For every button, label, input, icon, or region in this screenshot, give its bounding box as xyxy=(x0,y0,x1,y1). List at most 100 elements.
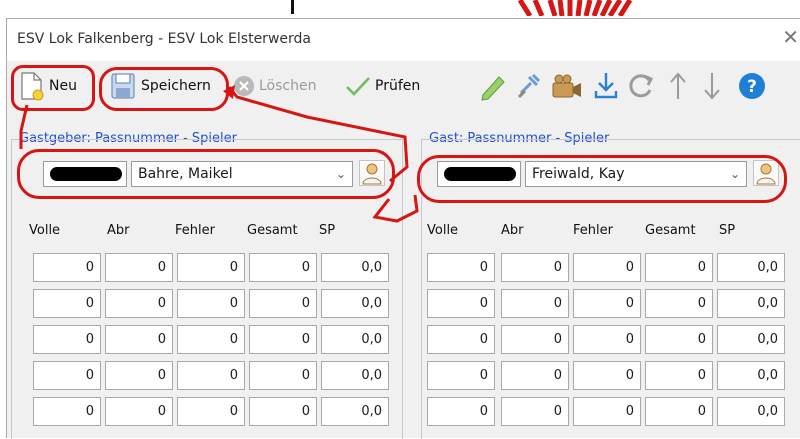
new-button-label: Neu xyxy=(49,78,77,94)
title-bar: ESV Lok Falkenberg - ESV Lok Elsterwerda… xyxy=(7,19,800,61)
dialog-window: ESV Lok Falkenberg - ESV Lok Elsterwerda… xyxy=(6,18,800,439)
host-score-cell[interactable]: 0 xyxy=(249,253,317,282)
host-score-cell[interactable]: 0 xyxy=(177,289,245,318)
guest-score-cell[interactable]: 0 xyxy=(645,325,713,354)
guest-col-volle: Volle xyxy=(427,223,459,238)
guest-score-cell[interactable]: 0 xyxy=(501,253,569,282)
host-col-abr: Abr xyxy=(107,223,130,238)
host-score-cell[interactable]: 0 xyxy=(33,253,101,282)
guest-score-cell[interactable]: 0 xyxy=(573,289,641,318)
host-player-select[interactable]: Bahre, Maikel ⌄ xyxy=(131,161,353,187)
host-pass-number-input[interactable] xyxy=(43,161,127,187)
refresh-icon[interactable] xyxy=(627,71,655,101)
guest-score-cell[interactable]: 0 xyxy=(427,325,495,354)
save-button-label: Speichern xyxy=(141,78,211,94)
delete-button[interactable]: Löschen xyxy=(233,75,316,97)
host-score-cell[interactable]: 0,0 xyxy=(321,361,389,390)
guest-player-value: Freiwald, Kay xyxy=(532,166,625,182)
background-artwork xyxy=(517,0,633,16)
guest-score-cell[interactable]: 0 xyxy=(501,325,569,354)
close-icon[interactable]: ✕ xyxy=(782,25,799,49)
save-disk-icon xyxy=(111,73,135,99)
redaction-blob xyxy=(444,167,516,181)
guest-score-cell[interactable]: 0 xyxy=(427,289,495,318)
host-col-volle: Volle xyxy=(29,223,61,238)
guest-score-cell[interactable]: 0 xyxy=(573,397,641,426)
host-score-cell[interactable]: 0 xyxy=(33,361,101,390)
host-score-cell[interactable]: 0 xyxy=(105,361,173,390)
redaction-blob xyxy=(50,167,122,181)
host-score-cell[interactable]: 0 xyxy=(105,253,173,282)
arrow-up-icon[interactable] xyxy=(667,71,689,101)
host-score-cell[interactable]: 0 xyxy=(105,325,173,354)
guest-score-cell[interactable]: 0 xyxy=(573,253,641,282)
person-icon xyxy=(756,163,776,185)
guest-score-cell[interactable]: 0,0 xyxy=(717,361,785,390)
host-col-sp: SP xyxy=(319,223,336,238)
host-score-cell[interactable]: 0 xyxy=(177,253,245,282)
delete-icon xyxy=(234,76,254,96)
chevron-down-icon[interactable]: ⌄ xyxy=(730,162,740,186)
host-score-cell[interactable]: 0 xyxy=(105,397,173,426)
guest-score-cell[interactable]: 0 xyxy=(573,361,641,390)
save-button[interactable]: Speichern xyxy=(109,71,211,101)
guest-score-cell[interactable]: 0 xyxy=(501,361,569,390)
guest-col-sp: SP xyxy=(719,223,736,238)
guest-score-cell[interactable]: 0 xyxy=(501,289,569,318)
guest-score-cell[interactable]: 0 xyxy=(573,325,641,354)
guest-score-cell[interactable]: 0,0 xyxy=(717,325,785,354)
download-icon[interactable] xyxy=(593,71,619,101)
host-score-cell[interactable]: 0 xyxy=(249,361,317,390)
guest-score-cell[interactable]: 0 xyxy=(427,253,495,282)
host-score-cell[interactable]: 0 xyxy=(33,325,101,354)
help-glyph: ? xyxy=(747,77,757,97)
host-score-cell[interactable]: 0 xyxy=(249,397,317,426)
host-score-cell[interactable]: 0 xyxy=(177,397,245,426)
guest-score-cell[interactable]: 0,0 xyxy=(717,397,785,426)
host-score-cell[interactable]: 0 xyxy=(33,397,101,426)
host-score-cell[interactable]: 0,0 xyxy=(321,397,389,426)
host-score-cell[interactable]: 0 xyxy=(105,289,173,318)
guest-col-fehler: Fehler xyxy=(573,223,613,238)
chevron-down-icon[interactable]: ⌄ xyxy=(336,162,346,186)
arrow-down-icon[interactable] xyxy=(701,71,723,101)
host-col-fehler: Fehler xyxy=(175,223,215,238)
background-line xyxy=(291,0,294,14)
host-score-cell[interactable]: 0,0 xyxy=(321,325,389,354)
guest-score-cell[interactable]: 0 xyxy=(645,253,713,282)
host-score-cell[interactable]: 0 xyxy=(249,325,317,354)
window-title: ESV Lok Falkenberg - ESV Lok Elsterwerda xyxy=(17,31,311,47)
guest-score-cell[interactable]: 0 xyxy=(427,361,495,390)
host-score-cell[interactable]: 0 xyxy=(33,289,101,318)
host-person-button[interactable] xyxy=(359,160,385,186)
guest-score-cell[interactable]: 0,0 xyxy=(717,289,785,318)
host-score-cell[interactable]: 0 xyxy=(177,361,245,390)
check-button-label: Prüfen xyxy=(375,78,421,94)
guest-col-abr: Abr xyxy=(501,223,524,238)
host-score-cell[interactable]: 0,0 xyxy=(321,253,389,282)
guest-score-cell[interactable]: 0 xyxy=(427,397,495,426)
guest-person-button[interactable] xyxy=(753,160,779,186)
host-score-cell[interactable]: 0 xyxy=(177,325,245,354)
new-button[interactable]: Neu xyxy=(19,71,77,101)
host-score-cell[interactable]: 0 xyxy=(249,289,317,318)
camera-icon[interactable] xyxy=(551,71,583,101)
background-window xyxy=(0,0,800,18)
guest-player-select[interactable]: Freiwald, Kay ⌄ xyxy=(525,161,747,187)
host-col-gesamt: Gesamt xyxy=(247,223,298,238)
guest-score-cell[interactable]: 0 xyxy=(645,289,713,318)
plug-icon[interactable] xyxy=(515,71,543,101)
guest-pass-number-input[interactable] xyxy=(437,161,521,187)
help-icon[interactable]: ? xyxy=(737,71,767,101)
host-score-cell[interactable]: 0,0 xyxy=(321,289,389,318)
guest-score-cell[interactable]: 0 xyxy=(645,397,713,426)
guest-score-cell[interactable]: 0,0 xyxy=(717,253,785,282)
guest-score-cell[interactable]: 0 xyxy=(645,361,713,390)
guest-score-cell[interactable]: 0 xyxy=(501,397,569,426)
new-document-icon xyxy=(21,72,44,101)
toolbar: Neu Speichern Löschen Prüfen ? xyxy=(7,61,800,117)
pencil-icon[interactable] xyxy=(479,71,507,101)
guest-player-row: Freiwald, Kay ⌄ xyxy=(431,157,791,193)
delete-button-label: Löschen xyxy=(259,78,317,94)
check-button[interactable]: Prüfen xyxy=(345,75,420,97)
